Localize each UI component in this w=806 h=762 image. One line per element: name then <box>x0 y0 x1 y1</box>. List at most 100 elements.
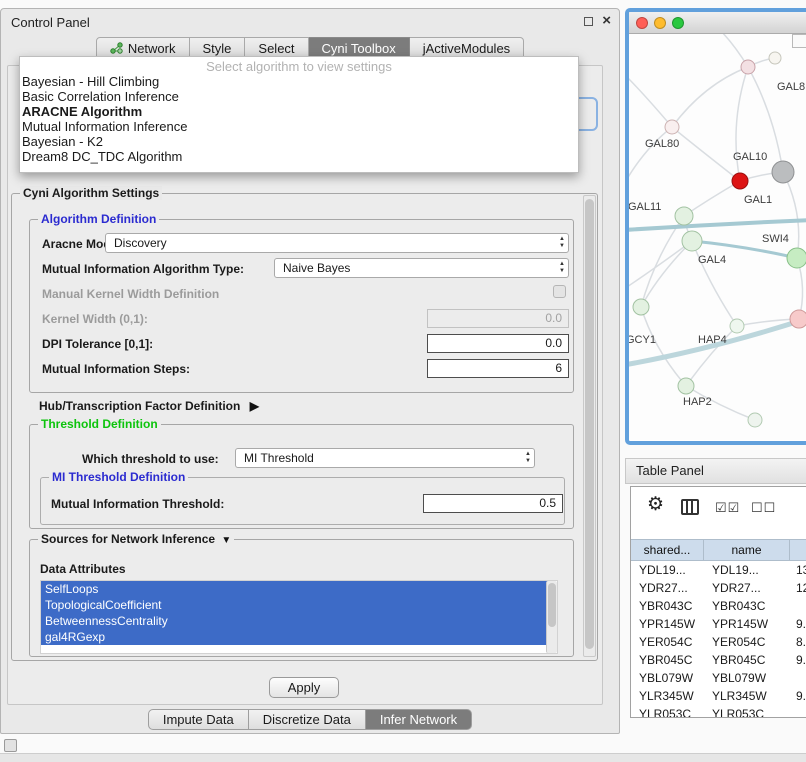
sources-title-text: Sources for Network Inference <box>41 532 215 546</box>
graph-node[interactable] <box>732 173 748 189</box>
table-row[interactable]: YDL19...YDL19...13 <box>631 561 806 579</box>
deselect-all-checkboxes-icon[interactable]: ☐☐ <box>751 500 776 516</box>
network-graph: GAL8GAL80GAL10GAL11GAL1SWI4GAL4GCY1HAP4H… <box>629 34 806 440</box>
node-label: GAL11 <box>629 201 661 213</box>
mi-steps-field[interactable]: 6 <box>427 359 569 378</box>
graph-node[interactable] <box>665 120 679 134</box>
column-header[interactable] <box>790 540 806 560</box>
bottom-tab-impute-data[interactable]: Impute Data <box>148 709 249 730</box>
graph-node[interactable] <box>790 310 806 328</box>
data-attributes-list: SelfLoopsTopologicalCoefficientBetweenne… <box>40 580 558 654</box>
table-cell: YBR045C <box>631 651 704 669</box>
zoom-window-button[interactable] <box>672 17 684 29</box>
table-cell: YLR053C <box>704 705 790 717</box>
graph-node[interactable] <box>678 378 694 394</box>
kernel-width-field[interactable]: 0.0 <box>427 309 569 328</box>
mi-algorithm-type-value: Naive Bayes <box>283 261 350 275</box>
hub-definition-toggle[interactable]: Hub/Transcription Factor Definition ▶ <box>39 399 259 413</box>
scrollbar-thumb[interactable] <box>585 199 594 649</box>
mi-algorithm-type-label: Mutual Information Algorithm Type: <box>42 262 244 276</box>
graph-node[interactable] <box>772 161 794 183</box>
table-panel-header[interactable]: Table Panel <box>625 458 806 484</box>
mi-threshold-group: MI Threshold Definition Mutual Informati… <box>40 477 565 525</box>
table-row[interactable]: YDR27...YDR27...12 <box>631 579 806 597</box>
select-all-checkboxes-icon[interactable]: ☑☑ <box>715 500 740 516</box>
attribute-item[interactable]: gal4RGexp <box>41 629 548 645</box>
algorithm-option[interactable]: Mutual Information Inference <box>20 119 578 134</box>
aracne-mode-select[interactable]: Discovery ▲▼ <box>105 233 569 253</box>
manual-kernel-width-checkbox[interactable] <box>553 285 566 298</box>
minimize-window-button[interactable] <box>654 17 666 29</box>
mi-steps-label: Mutual Information Steps: <box>42 362 190 376</box>
bottom-tab-discretize-data[interactable]: Discretize Data <box>249 709 366 730</box>
graph-node[interactable] <box>730 319 744 333</box>
table-row[interactable]: YLR053CYLR053C <box>631 705 806 717</box>
table-cell: YBL079W <box>704 669 790 687</box>
float-window-icon[interactable] <box>584 17 593 26</box>
graph-node[interactable] <box>769 52 781 64</box>
hub-definition-label: Hub/Transcription Factor Definition <box>39 399 240 413</box>
algorithm-option[interactable]: ARACNE Algorithm <box>20 104 578 119</box>
algorithm-option[interactable]: Bayesian - K2 <box>20 134 578 149</box>
table-cell <box>790 669 806 687</box>
node-label: HAP2 <box>683 396 712 408</box>
table-cell <box>790 597 806 615</box>
sources-group: Sources for Network Inference ▼ Data Att… <box>29 539 574 657</box>
node-label: GAL1 <box>744 194 772 206</box>
columns-icon[interactable] <box>681 499 699 515</box>
graph-node[interactable] <box>787 248 806 268</box>
scrollbar-thumb[interactable] <box>548 583 556 627</box>
table-cell: YDR27... <box>704 579 790 597</box>
attribute-rows: SelfLoopsTopologicalCoefficientBetweenne… <box>41 581 557 645</box>
graph-node[interactable] <box>633 299 649 315</box>
bottom-tab-infer-network[interactable]: Infer Network <box>366 709 472 730</box>
node-label: GAL10 <box>733 151 767 163</box>
gear-icon[interactable]: ⚙ <box>647 494 664 516</box>
close-window-button[interactable] <box>636 17 648 29</box>
table-panel-title: Table Panel <box>636 463 704 478</box>
attribute-item[interactable]: SelfLoops <box>41 581 548 597</box>
algorithm-option[interactable]: Basic Correlation Inference <box>20 89 578 104</box>
graph-node[interactable] <box>682 231 702 251</box>
stepper-icon: ▲▼ <box>559 236 565 250</box>
node-label: GAL4 <box>698 254 726 266</box>
table-row[interactable]: YBR045CYBR045C9. <box>631 651 806 669</box>
mi-algorithm-type-select[interactable]: Naive Bayes ▲▼ <box>274 258 569 278</box>
close-icon[interactable]: × <box>602 15 611 27</box>
attribute-item[interactable]: TopologicalCoefficient <box>41 597 548 613</box>
table-rows: YDL19...YDL19...13YDR27...YDR27...12YBR0… <box>631 561 806 717</box>
table-toolbar: ⚙ ☑☑ ☐☐ <box>631 487 806 531</box>
settings-scrollbar[interactable] <box>583 195 596 657</box>
graph-node[interactable] <box>741 60 755 74</box>
collapsed-panel-button[interactable] <box>4 739 17 752</box>
graph-node[interactable] <box>748 413 762 427</box>
network-window-titlebar[interactable] <box>629 12 806 34</box>
column-header[interactable]: name <box>704 540 790 560</box>
table-row[interactable]: YLR345WYLR345W9. <box>631 687 806 705</box>
graph-node[interactable] <box>675 207 693 225</box>
which-threshold-select[interactable]: MI Threshold ▲▼ <box>235 448 535 468</box>
algorithm-definition-group: Algorithm Definition Aracne Mode: Discov… <box>29 219 574 393</box>
threshold-definition-title: Threshold Definition <box>38 417 161 431</box>
table-cell: YLR345W <box>631 687 704 705</box>
sources-group-title[interactable]: Sources for Network Inference ▼ <box>38 532 234 546</box>
attribute-item[interactable]: BetweennessCentrality <box>41 613 548 629</box>
network-scrollbar-corner[interactable] <box>792 34 806 48</box>
table-row[interactable]: YPR145WYPR145W9. <box>631 615 806 633</box>
table-cell: YER054C <box>704 633 790 651</box>
dpi-tolerance-field[interactable]: 0.0 <box>427 334 569 353</box>
table-row[interactable]: YBR043CYBR043C <box>631 597 806 615</box>
algorithm-placeholder: Select algorithm to view settings <box>20 59 578 74</box>
algorithm-popup-list: Bayesian - Hill ClimbingBasic Correlatio… <box>20 74 578 164</box>
traffic-lights <box>636 17 684 29</box>
table-row[interactable]: YER054CYER054C8. <box>631 633 806 651</box>
algorithm-option[interactable]: Bayesian - Hill Climbing <box>20 74 578 89</box>
network-canvas[interactable]: GAL8GAL80GAL10GAL11GAL1SWI4GAL4GCY1HAP4H… <box>629 34 806 440</box>
mi-threshold-field[interactable]: 0.5 <box>423 494 563 513</box>
list-scrollbar[interactable] <box>546 581 557 653</box>
algorithm-option[interactable]: Dream8 DC_TDC Algorithm <box>20 149 578 164</box>
node-label: GAL80 <box>645 138 679 150</box>
apply-button[interactable]: Apply <box>269 677 339 698</box>
column-header[interactable]: shared... <box>631 540 704 560</box>
table-row[interactable]: YBL079WYBL079W <box>631 669 806 687</box>
